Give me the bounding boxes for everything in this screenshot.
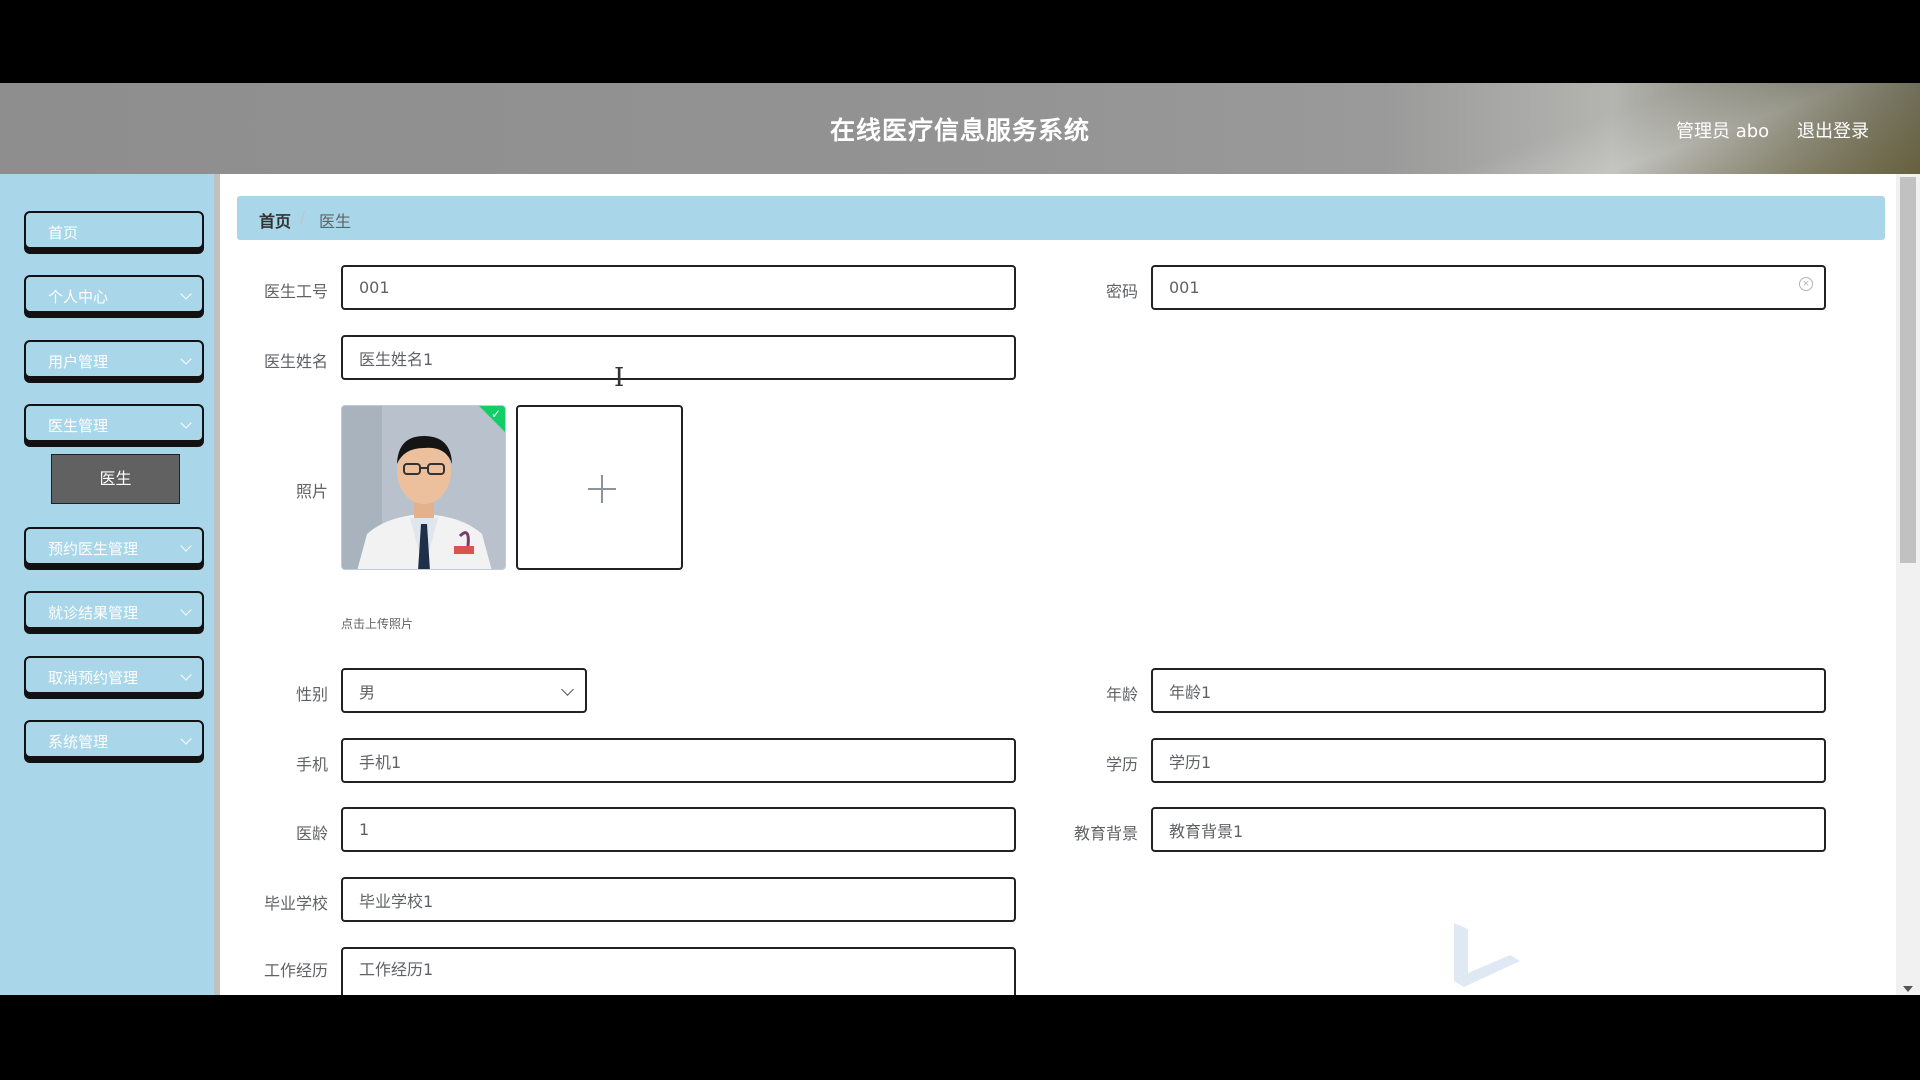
phone-label: 手机 xyxy=(295,755,328,774)
chevron-down-icon xyxy=(180,733,192,745)
edu-background-label: 教育背景 xyxy=(1073,824,1138,843)
password-label: 密码 xyxy=(1105,282,1138,301)
watermark-logo xyxy=(1454,923,1520,987)
phone-input[interactable] xyxy=(341,738,1016,783)
experience-label: 工作经历 xyxy=(263,961,328,980)
gender-select[interactable] xyxy=(341,668,587,713)
sidebar-item-label: 医生管理 xyxy=(48,417,109,435)
breadcrumb-current: 医生 xyxy=(319,212,352,231)
chevron-down-icon xyxy=(180,669,192,681)
sidebar-item-label: 取消预约管理 xyxy=(48,669,139,687)
sidebar-item-personal-center[interactable]: 个人中心 xyxy=(24,275,204,313)
doctor-id-input[interactable] xyxy=(341,265,1016,310)
education-label: 学历 xyxy=(1105,755,1138,774)
upload-tip: 点击上传照片 xyxy=(341,617,414,631)
sidebar-item-label: 就诊结果管理 xyxy=(48,604,139,622)
photo-label: 照片 xyxy=(295,482,328,501)
chevron-down-icon xyxy=(180,604,192,616)
chevron-down-icon xyxy=(180,417,192,429)
sidebar-item-label: 个人中心 xyxy=(48,288,109,306)
sidebar-item-label: 预约医生管理 xyxy=(48,540,139,558)
age-input[interactable] xyxy=(1151,668,1826,713)
doctor-id-label: 医生工号 xyxy=(263,282,328,301)
sidebar-item-result-management[interactable]: 就诊结果管理 xyxy=(24,591,204,629)
chevron-down-icon xyxy=(180,288,192,300)
sidebar-item-label: 首页 xyxy=(48,224,79,242)
clear-icon[interactable]: × xyxy=(1799,277,1813,291)
breadcrumb-separator: / xyxy=(300,208,306,226)
sidebar-item-doctor-management[interactable]: 医生管理 xyxy=(24,404,204,442)
sidebar-item-home[interactable]: 首页 xyxy=(24,211,204,249)
sidebar-item-system-management[interactable]: 系统管理 xyxy=(24,720,204,758)
submenu-item-doctor[interactable]: 医生 xyxy=(51,454,180,504)
app-title: 在线医疗信息服务系统 xyxy=(829,116,1090,145)
plus-icon xyxy=(588,475,616,503)
sidebar-item-label: 用户管理 xyxy=(48,353,109,371)
years-practice-label: 医龄 xyxy=(295,824,328,843)
edu-background-input[interactable] xyxy=(1151,807,1826,852)
text-cursor-icon: I xyxy=(614,363,625,393)
sidebar: 首页 个人中心 用户管理 医生管理 医生 预约医生管理 就诊结果管理 取消预约管… xyxy=(0,174,220,995)
sidebar-item-label: 系统管理 xyxy=(48,733,109,751)
logout-link[interactable]: 退出登录 xyxy=(1797,117,1869,143)
doctor-name-input[interactable] xyxy=(341,335,1016,380)
top-header: 在线医疗信息服务系统 管理员 abo 退出登录 xyxy=(0,83,1920,174)
password-input[interactable] xyxy=(1151,265,1826,310)
years-practice-input[interactable] xyxy=(341,807,1016,852)
breadcrumb: 首页 / 医生 xyxy=(237,196,1885,240)
current-user: 管理员 abo xyxy=(1676,121,1770,142)
sidebar-item-appointment-management[interactable]: 预约医生管理 xyxy=(24,527,204,565)
doctor-name-label: 医生姓名 xyxy=(263,352,328,371)
doctor-photo-thumbnail[interactable]: ✓ xyxy=(341,405,506,570)
app-window: 在线医疗信息服务系统 管理员 abo 退出登录 首页 个人中心 用户管理 医生管… xyxy=(0,83,1920,995)
experience-textarea[interactable] xyxy=(341,947,1016,995)
scroll-down-arrow-icon[interactable] xyxy=(1903,986,1913,992)
sidebar-item-cancel-management[interactable]: 取消预约管理 xyxy=(24,656,204,694)
upload-photo-button[interactable] xyxy=(516,405,683,570)
age-label: 年龄 xyxy=(1105,685,1138,704)
chevron-down-icon xyxy=(180,353,192,365)
doctor-photo xyxy=(342,406,505,569)
chevron-down-icon xyxy=(180,540,192,552)
sidebar-item-user-management[interactable]: 用户管理 xyxy=(24,340,204,378)
vertical-scrollbar[interactable] xyxy=(1896,174,1920,995)
check-icon: ✓ xyxy=(490,407,501,421)
breadcrumb-home[interactable]: 首页 xyxy=(259,208,291,232)
school-label: 毕业学校 xyxy=(263,894,328,913)
scrollbar-thumb[interactable] xyxy=(1900,177,1916,563)
education-input[interactable] xyxy=(1151,738,1826,783)
gender-label: 性别 xyxy=(295,685,328,704)
school-input[interactable] xyxy=(341,877,1016,922)
